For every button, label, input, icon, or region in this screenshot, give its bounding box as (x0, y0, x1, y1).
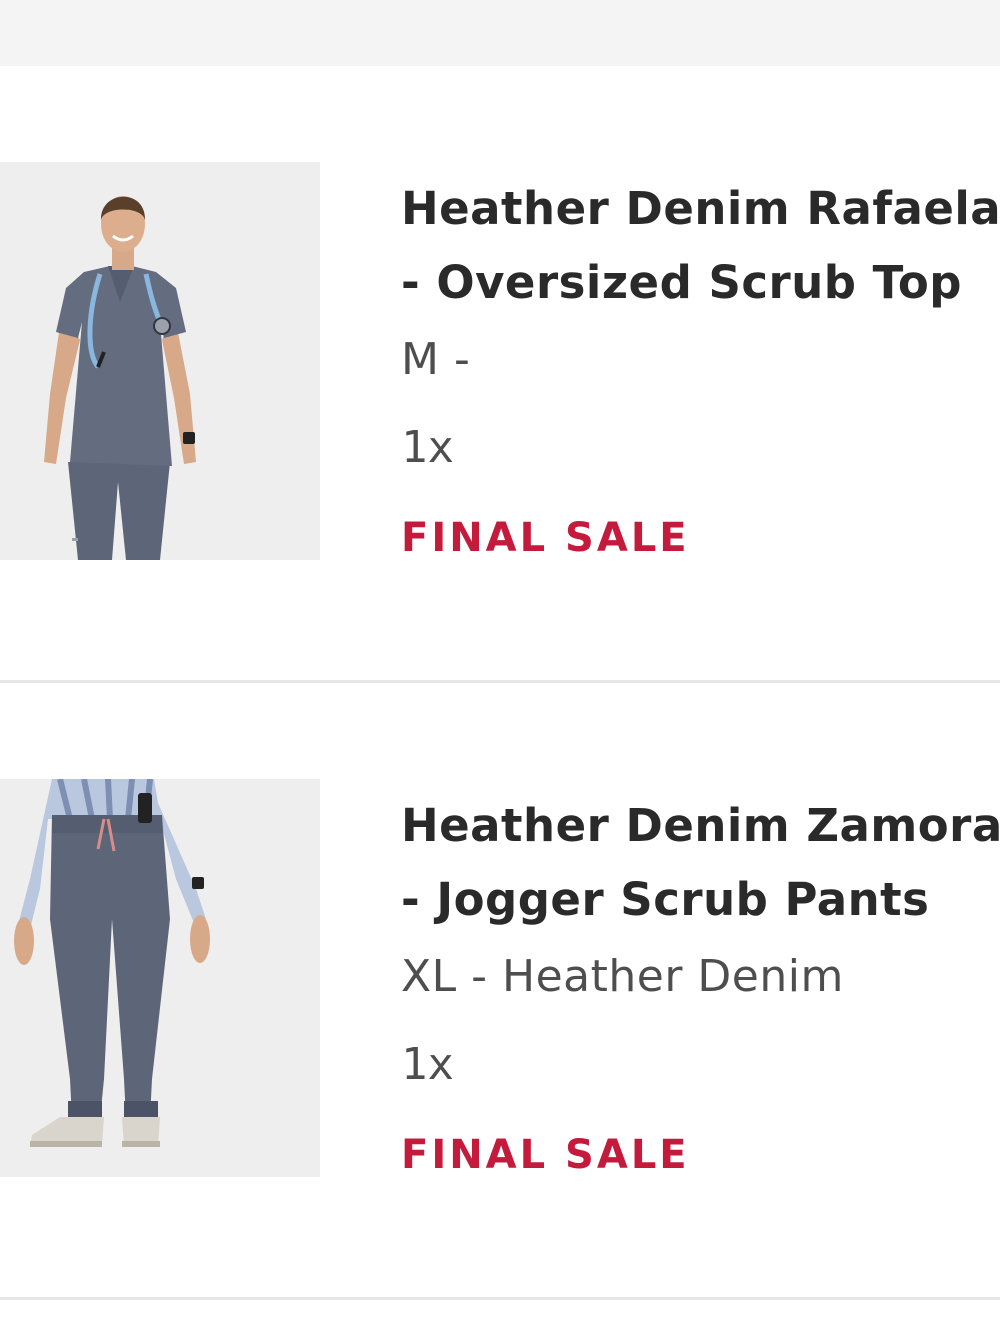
product-image-jogger-pants[interactable] (0, 779, 320, 1177)
item-details: Heather Denim Zamora - Jogger Scrub Pant… (401, 789, 1000, 1183)
product-quantity: 1x (401, 1039, 454, 1090)
item-divider (0, 1297, 1000, 1300)
product-image-scrub-top[interactable] (0, 162, 320, 560)
product-quantity: 1x (401, 422, 454, 473)
final-sale-badge: FINAL SALE (401, 1132, 690, 1178)
final-sale-badge: FINAL SALE (401, 515, 690, 561)
scrub-top-photo-icon (0, 162, 320, 560)
product-variant: XL - Heather Denim (401, 951, 844, 1002)
jogger-pants-photo-icon (0, 779, 320, 1177)
cart-line-item[interactable]: Heather Denim Zamora - Jogger Scrub Pant… (0, 683, 1000, 1300)
product-variant: M - (401, 334, 471, 385)
product-title-line-1[interactable]: Heather Denim Rafaela (401, 172, 1000, 246)
product-title-line-2[interactable]: - Oversized Scrub Top (401, 246, 1000, 320)
cart-line-item[interactable]: Heather Denim Rafaela - Oversized Scrub … (0, 66, 1000, 683)
product-title-line-2[interactable]: - Jogger Scrub Pants (401, 863, 1000, 937)
cart-items-card: Heather Denim Rafaela - Oversized Scrub … (0, 66, 1000, 1333)
item-details: Heather Denim Rafaela - Oversized Scrub … (401, 172, 1000, 566)
top-background-strip (0, 0, 1000, 66)
product-title-line-1[interactable]: Heather Denim Zamora (401, 789, 1000, 863)
